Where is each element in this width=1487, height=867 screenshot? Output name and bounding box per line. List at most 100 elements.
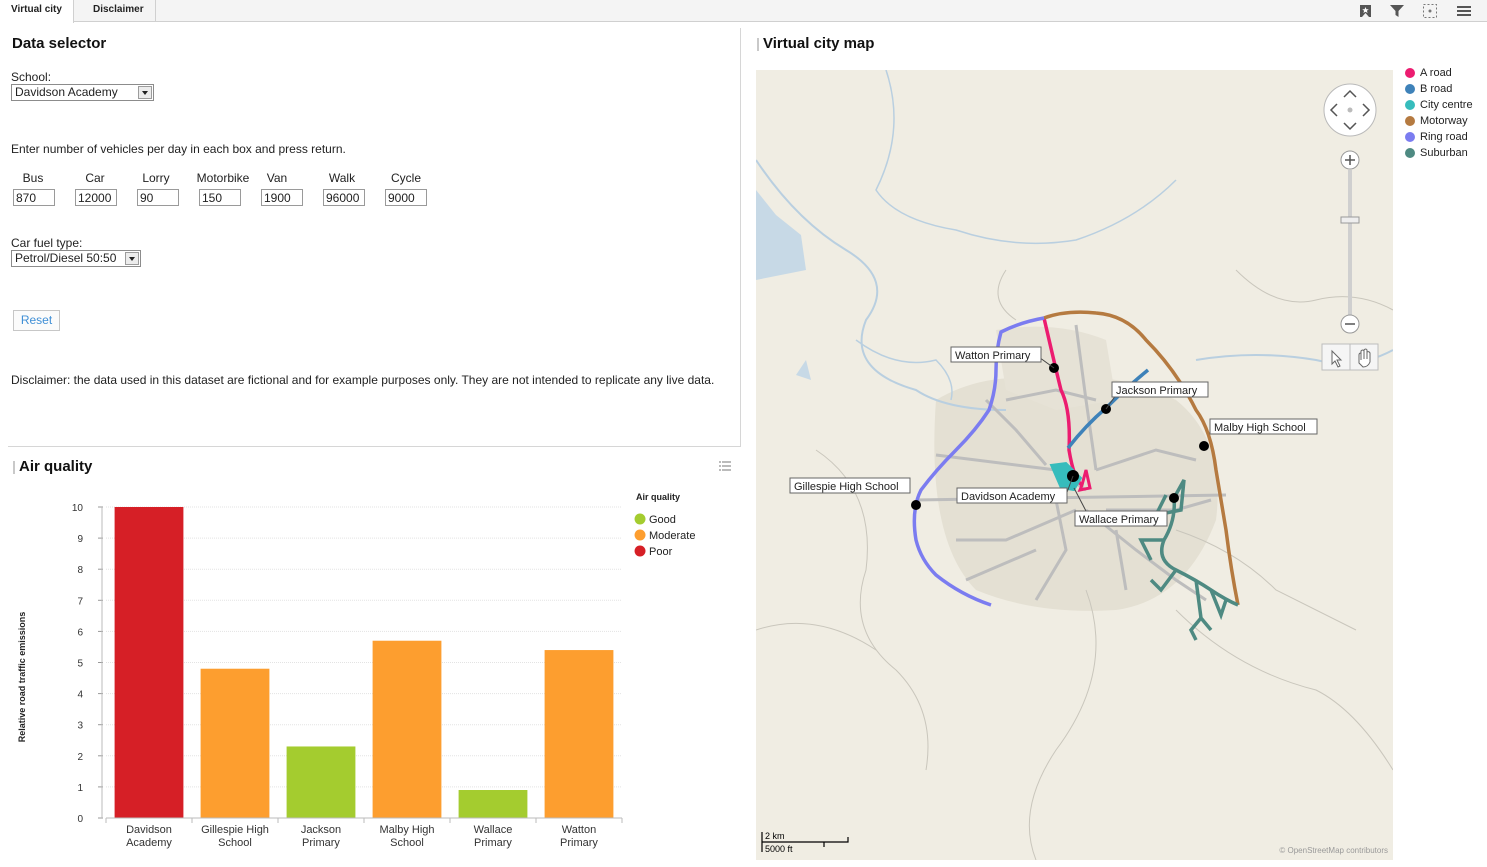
x-tick-label: Gillespie High xyxy=(201,824,269,836)
motorbike-input[interactable] xyxy=(199,189,241,206)
y-tick-label: 1 xyxy=(77,783,83,794)
y-tick-label: 8 xyxy=(77,565,83,576)
panel-divider xyxy=(740,28,741,446)
vehicle-label-van: Van xyxy=(266,171,288,185)
map-pan-control[interactable] xyxy=(1323,83,1377,137)
vehicle-label-motorbike: Motorbike xyxy=(196,171,250,185)
legend-title: Air quality xyxy=(636,492,680,502)
legend-item-ring-road[interactable]: Ring road xyxy=(1405,131,1468,143)
y-tick-label: 6 xyxy=(77,627,83,638)
school-marker-wallace[interactable] xyxy=(1169,493,1179,503)
air-quality-title: Air quality xyxy=(19,458,93,475)
scale-ft: 5000 ft xyxy=(765,844,793,854)
lorry-input[interactable] xyxy=(137,189,179,206)
title-marker xyxy=(13,461,15,474)
data-selector-title: Data selector xyxy=(12,35,107,52)
x-tick-label: Davidson xyxy=(126,824,172,836)
tab-virtual-city[interactable]: Virtual city xyxy=(0,0,74,23)
tab-disclaimer[interactable]: Disclaimer xyxy=(82,0,156,22)
label-watton-primary: Watton Primary xyxy=(955,350,1031,362)
legend-item-city-centre[interactable]: City centre xyxy=(1405,99,1473,111)
air-quality-chart: 0 1 2 3 4 5 6 7 8 9 10 DavidsonAcademy Gillespie Hig… xyxy=(17,492,695,849)
car-input[interactable] xyxy=(75,189,117,206)
map-title: Virtual city map xyxy=(763,35,875,52)
x-tick-label: Academy xyxy=(126,837,172,849)
y-tick-label: 0 xyxy=(77,814,83,825)
school-select[interactable]: Davidson Academy xyxy=(11,84,154,101)
bar xyxy=(544,650,614,818)
walk-input[interactable] xyxy=(323,189,365,206)
virtual-city-map[interactable]: Watton Primary Jackson Primary Malby Hig… xyxy=(756,70,1393,860)
legend-dot xyxy=(1405,148,1415,158)
y-tick-label: 2 xyxy=(77,752,83,763)
bar xyxy=(286,746,356,818)
y-tick-label: 5 xyxy=(77,659,83,670)
y-tick-label: 4 xyxy=(77,690,83,701)
legend-item-b-road[interactable]: B road xyxy=(1405,83,1452,95)
zoom-slider-handle[interactable] xyxy=(1340,216,1360,224)
map-attribution: © OpenStreetMap contributors xyxy=(1279,846,1388,855)
y-axis-label: Relative road traffic emissions xyxy=(17,612,27,743)
legend-item-motorway[interactable]: Motorway xyxy=(1405,115,1468,127)
fuel-type-label: Car fuel type: xyxy=(11,236,83,250)
vehicle-label-car: Car xyxy=(85,171,105,185)
x-tick-label: Malby High xyxy=(379,824,434,836)
van-input[interactable] xyxy=(261,189,303,206)
disclaimer-text: Disclaimer: the data used in this datase… xyxy=(11,373,715,387)
chevron-down-icon xyxy=(138,86,152,99)
hand-icon[interactable] xyxy=(1358,348,1371,368)
legend-item-a-road[interactable]: A road xyxy=(1405,67,1452,79)
cycle-input[interactable] xyxy=(385,189,427,206)
chart-legend: Good Moderate Poor xyxy=(634,513,695,558)
filter-icon[interactable] xyxy=(1388,2,1406,20)
menu-icon[interactable] xyxy=(1455,2,1473,20)
vehicle-label-walk: Walk xyxy=(328,171,356,185)
vehicle-instructions: Enter number of vehicles per day in each… xyxy=(11,142,346,156)
fuel-type-value: Petrol/Diesel 50:50 xyxy=(15,251,117,265)
legend-label: Moderate xyxy=(649,530,695,542)
tab-bar: Virtual city Disclaimer xyxy=(0,0,1487,23)
title-marker xyxy=(757,38,759,51)
y-tick-label: 7 xyxy=(77,596,83,607)
label-gillespie-high-school: Gillespie High School xyxy=(794,481,899,493)
x-tick-label: Primary xyxy=(474,837,512,849)
bar xyxy=(114,507,184,818)
chevron-down-icon xyxy=(125,252,139,265)
legend-dot xyxy=(1405,84,1415,94)
map-canvas[interactable]: Watton Primary Jackson Primary Malby Hig… xyxy=(756,70,1393,860)
map-mode-control[interactable] xyxy=(1321,343,1379,371)
map-legend: A road B road City centre Motorway Ring … xyxy=(1405,67,1485,167)
school-select-value: Davidson Academy xyxy=(15,85,118,99)
vehicle-label-lorry: Lorry xyxy=(142,171,170,185)
bookmark-icon[interactable] xyxy=(1357,2,1375,20)
label-malby-high-school: Malby High School xyxy=(1214,422,1306,434)
legend-dot xyxy=(1405,68,1415,78)
legend-label: Good xyxy=(649,514,676,526)
legend-dot xyxy=(634,529,646,541)
legend-item-suburban[interactable]: Suburban xyxy=(1405,147,1468,159)
x-tick-label: Jackson xyxy=(301,824,341,836)
bar xyxy=(458,790,528,818)
x-tick-label: Primary xyxy=(560,837,598,849)
legend-label: City centre xyxy=(1420,99,1473,111)
list-icon[interactable] xyxy=(718,460,732,472)
bar xyxy=(372,640,442,818)
x-tick-label: Wallace xyxy=(474,824,513,836)
school-marker-malby[interactable] xyxy=(1199,441,1209,451)
school-marker-gillespie[interactable] xyxy=(911,500,921,510)
select-icon[interactable] xyxy=(1421,2,1439,20)
bus-input[interactable] xyxy=(13,189,55,206)
label-jackson-primary: Jackson Primary xyxy=(1116,385,1198,397)
fuel-type-select[interactable]: Petrol/Diesel 50:50 xyxy=(11,250,141,267)
scale-km: 2 km xyxy=(765,831,785,841)
label-davidson-academy: Davidson Academy xyxy=(961,491,1056,503)
legend-dot xyxy=(634,545,646,557)
y-tick-label: 9 xyxy=(77,534,83,545)
y-tick-label: 10 xyxy=(72,503,84,514)
panel-divider xyxy=(8,446,741,447)
x-tick-label: Watton xyxy=(562,824,596,836)
x-tick-label: School xyxy=(390,837,424,849)
legend-dot xyxy=(1405,116,1415,126)
legend-dot xyxy=(634,513,646,525)
reset-button[interactable]: Reset xyxy=(13,310,60,331)
